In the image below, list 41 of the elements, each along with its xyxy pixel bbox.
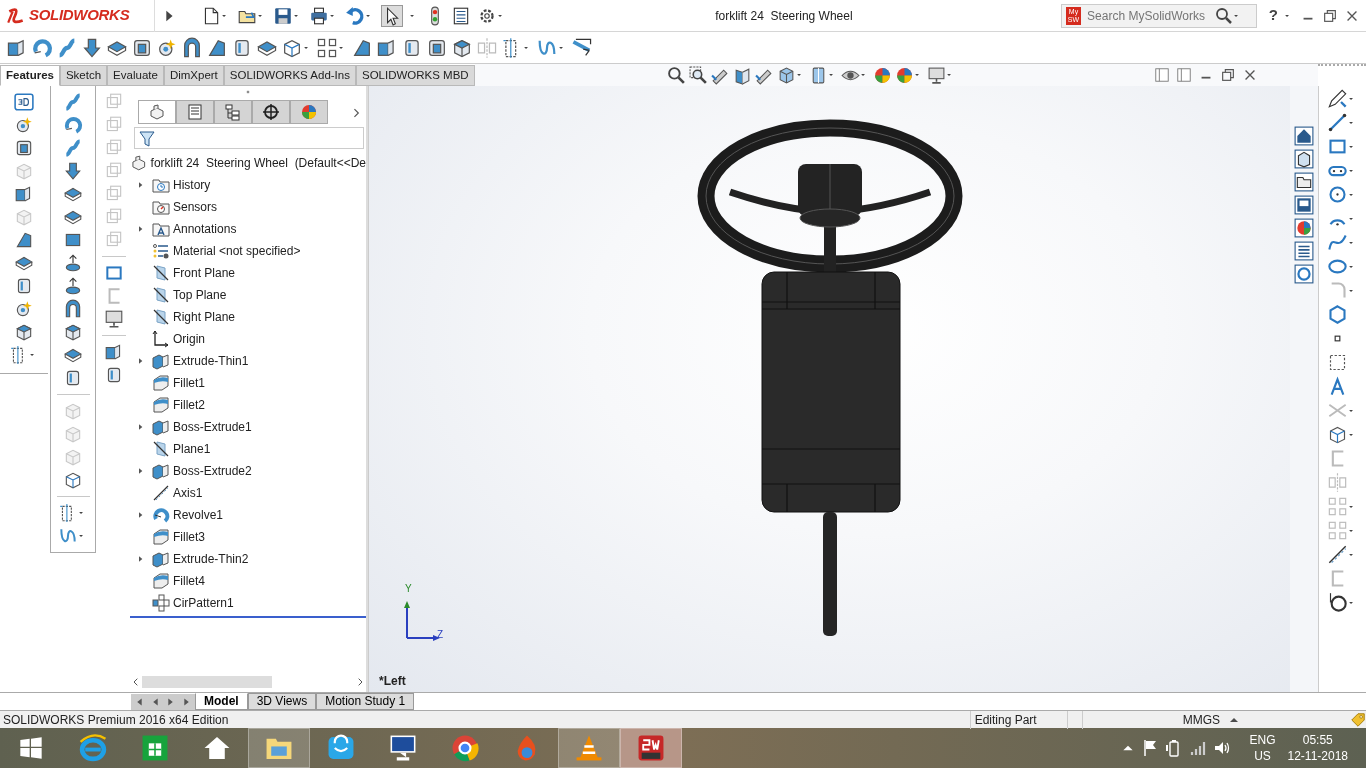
tree-item[interactable]: Fillet1 — [173, 374, 205, 392]
tree-item[interactable]: Extrude-Thin1 — [173, 352, 249, 370]
tree-item[interactable]: Fillet3 — [173, 528, 205, 546]
ribbon-tab[interactable]: SOLIDWORKS MBD — [355, 65, 475, 86]
region-indicator[interactable]: US — [1249, 748, 1276, 764]
bottom-tab[interactable]: Motion Study 1 — [316, 693, 415, 710]
tree-item[interactable]: Right Plane — [173, 308, 236, 326]
tree-item[interactable]: Revolve1 — [173, 506, 224, 524]
ribbon-tab[interactable]: SOLIDWORKS Add-Ins — [223, 65, 356, 86]
clock-time[interactable]: 05:55 — [1287, 732, 1348, 748]
tree-item[interactable]: Sensors — [173, 198, 218, 216]
tree-item[interactable]: Front Plane — [173, 264, 236, 282]
tree-item[interactable]: Boss-Extrude2 — [173, 462, 252, 480]
ribbon-tab[interactable]: Sketch — [59, 65, 108, 86]
tree-item[interactable]: Annotations — [173, 220, 237, 238]
bottom-tab[interactable]: Model — [195, 693, 248, 710]
tree-item[interactable]: Plane1 — [173, 440, 211, 458]
language-indicator[interactable]: ENG — [1249, 732, 1276, 748]
clock-date[interactable]: 12-11-2018 — [1287, 748, 1348, 764]
tree-item[interactable]: Fillet2 — [173, 396, 205, 414]
tree-item[interactable]: Boss-Extrude1 — [173, 418, 252, 436]
tree-item[interactable]: History — [173, 176, 211, 194]
bottom-tab[interactable]: 3D Views — [247, 693, 317, 710]
tree-item[interactable]: Fillet4 — [173, 572, 205, 590]
view-name-label: *Left — [379, 673, 406, 690]
ribbon-tab[interactable]: DimXpert — [163, 65, 224, 86]
tree-item[interactable]: CirPattern1 — [173, 594, 234, 612]
tree-root[interactable]: forklift 24 Steering Wheel (Default<<De — [150, 154, 366, 172]
ribbon-tab[interactable]: Features — [0, 65, 60, 86]
search-field[interactable]: Search MySolidWorks — [1085, 5, 1216, 26]
ribbon-tab[interactable]: Evaluate — [107, 65, 164, 86]
tree-item[interactable]: Extrude-Thin2 — [173, 550, 249, 568]
edition-label: SOLIDWORKS Premium 2016 x64 Edition — [2, 711, 229, 729]
tree-item[interactable]: Material <not specified> — [173, 242, 301, 260]
tree-item[interactable]: Axis1 — [173, 484, 203, 502]
tree-item[interactable]: Top Plane — [173, 286, 227, 304]
help-button[interactable]: ? — [1268, 4, 1278, 27]
axis-label: Y — [405, 582, 412, 596]
app-logo: SOLIDWORKS — [29, 5, 130, 26]
window-title: forklift 24 Steering Wheel — [715, 8, 853, 23]
tree-item[interactable]: Origin — [173, 330, 205, 348]
